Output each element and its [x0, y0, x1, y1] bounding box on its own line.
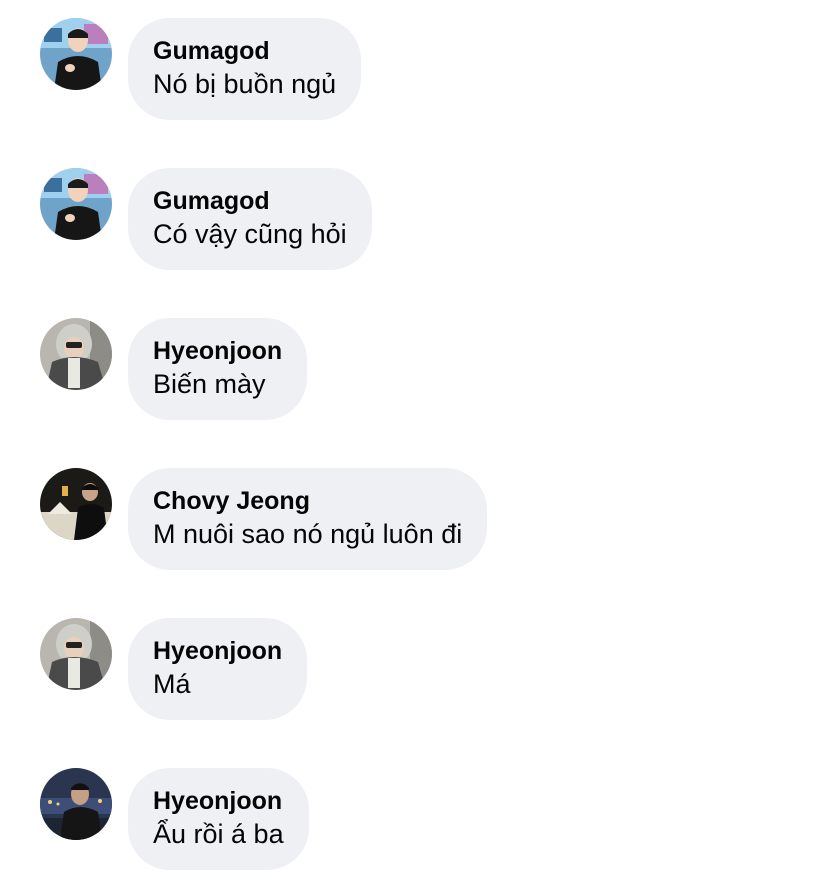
comment-item: Gumagod Nó bị buồn ngủ	[0, 18, 828, 120]
comment-bubble[interactable]: Gumagod Có vậy cũng hỏi	[128, 168, 372, 270]
avatar-photo-icon	[40, 168, 112, 240]
comment-text: Ẩu rồi á ba	[153, 819, 284, 849]
comment-item: Chovy Jeong M nuôi sao nó ngủ luôn đi	[0, 468, 828, 570]
comment-author[interactable]: Gumagod	[153, 186, 347, 216]
avatar[interactable]	[40, 18, 112, 90]
avatar[interactable]	[40, 618, 112, 690]
comment-bubble[interactable]: Hyeonjoon Má	[128, 618, 308, 720]
comment-item: Hyeonjoon Biến mày	[0, 318, 828, 420]
comment-text: Có vậy cũng hỏi	[153, 219, 347, 249]
comment-text: Má	[153, 669, 191, 699]
avatar-photo-icon	[40, 18, 112, 90]
avatar[interactable]	[40, 468, 112, 540]
comment-bubble[interactable]: Gumagod Nó bị buồn ngủ	[128, 18, 362, 120]
comment-author[interactable]: Gumagod	[153, 36, 336, 66]
avatar[interactable]	[40, 168, 112, 240]
comment-text: Nó bị buồn ngủ	[153, 69, 337, 99]
avatar-photo-icon	[40, 618, 112, 690]
comment-author[interactable]: Hyeonjoon	[153, 786, 284, 816]
avatar-photo-icon	[40, 768, 112, 840]
comment-text: Biến mày	[153, 369, 266, 399]
comment-item: Hyeonjoon Má	[0, 618, 828, 720]
comment-author[interactable]: Hyeonjoon	[153, 636, 282, 666]
comment-bubble[interactable]: Hyeonjoon Ẩu rồi á ba	[128, 768, 309, 870]
comment-bubble[interactable]: Hyeonjoon Biến mày	[128, 318, 308, 420]
avatar[interactable]	[40, 768, 112, 840]
avatar-photo-icon	[40, 468, 112, 540]
avatar[interactable]	[40, 318, 112, 390]
comment-author[interactable]: Hyeonjoon	[153, 336, 282, 366]
avatar-photo-icon	[40, 318, 112, 390]
comment-item: Gumagod Có vậy cũng hỏi	[0, 168, 828, 270]
comment-author[interactable]: Chovy Jeong	[153, 486, 462, 516]
comment-text: M nuôi sao nó ngủ luôn đi	[153, 519, 463, 549]
comment-item: Hyeonjoon Ẩu rồi á ba	[0, 768, 828, 870]
comment-bubble[interactable]: Chovy Jeong M nuôi sao nó ngủ luôn đi	[128, 468, 488, 570]
